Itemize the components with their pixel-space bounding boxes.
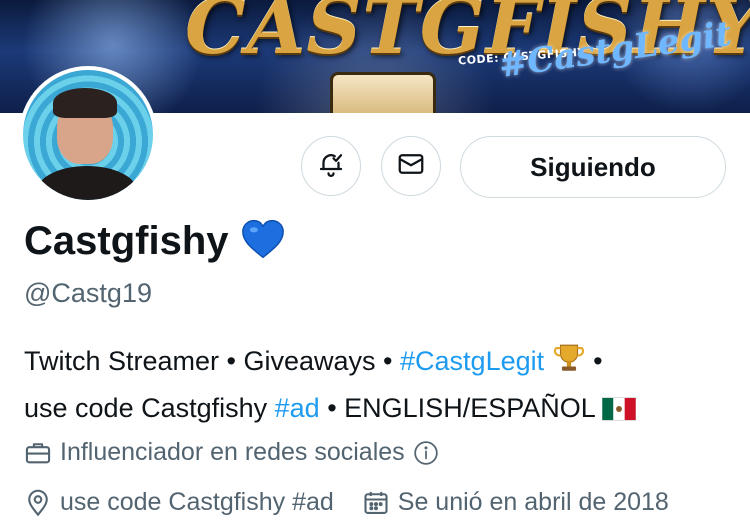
- banner-trophy-art: [330, 72, 436, 113]
- details-row: use code Castgfishy #ad Se unió en abril…: [24, 488, 669, 517]
- bio-text: use code Castgfishy: [24, 393, 275, 423]
- trophy-icon: [552, 341, 586, 387]
- calendar-icon: [362, 489, 390, 517]
- hashtag-link[interactable]: #CastgLegit: [400, 346, 544, 376]
- following-button[interactable]: Siguiendo: [460, 136, 726, 198]
- message-button[interactable]: [381, 136, 441, 196]
- mexico-flag-icon: [601, 392, 637, 434]
- avatar[interactable]: [19, 66, 157, 204]
- bio-text: • ENGLISH/ESPAÑOL: [319, 393, 603, 423]
- name-row: Castgfishy: [24, 218, 285, 265]
- display-name: Castgfishy: [24, 219, 229, 263]
- info-icon[interactable]: [413, 440, 439, 466]
- avatar-shirt: [37, 166, 137, 200]
- briefcase-icon: [24, 439, 52, 467]
- avatar-hair: [53, 88, 117, 118]
- category-row: Influenciador en redes sociales: [24, 438, 439, 467]
- bio-text: Twitch Streamer • Giveaways •: [24, 346, 401, 376]
- mail-icon: [396, 149, 426, 184]
- professional-category: Influenciador en redes sociales: [60, 438, 405, 466]
- bell-check-icon: [316, 149, 346, 184]
- user-handle: @Castg19: [24, 278, 152, 308]
- hashtag-link[interactable]: #ad: [275, 393, 320, 423]
- location-text: use code Castgfishy #ad: [60, 488, 334, 516]
- join-date: Se unió en abril de 2018: [397, 488, 669, 516]
- blue-heart-icon: [241, 218, 285, 265]
- notifications-button[interactable]: [301, 136, 361, 196]
- bio-separator: •: [585, 346, 603, 376]
- bio: Twitch Streamer • Giveaways • #CastgLegi…: [24, 340, 724, 434]
- location-icon: [24, 489, 52, 517]
